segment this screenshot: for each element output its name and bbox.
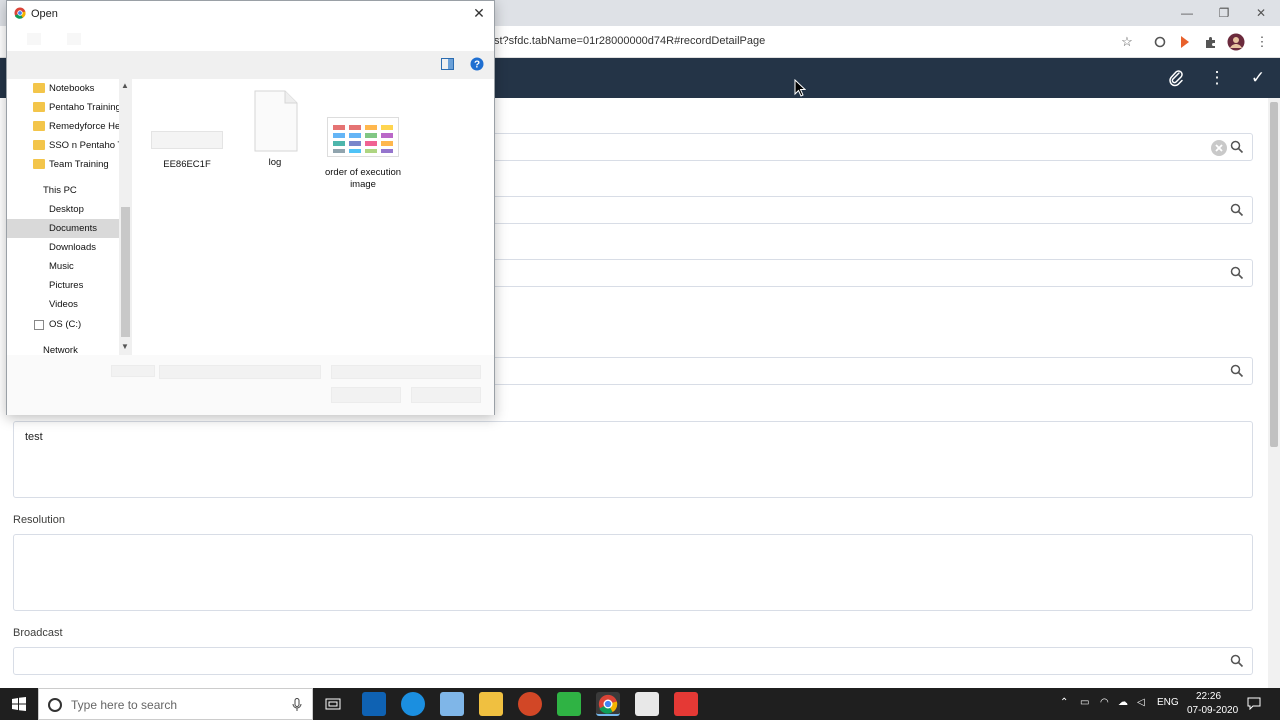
- profile-avatar-icon[interactable]: [1226, 32, 1246, 52]
- nav-item-notebooks[interactable]: Notebooks: [7, 79, 125, 98]
- onedrive-icon[interactable]: ☁: [1118, 697, 1128, 708]
- page-scrollbar-thumb[interactable]: [1270, 102, 1278, 447]
- file-item-ee86ec1f[interactable]: EE86EC1F: [147, 131, 227, 171]
- tray-chevron-icon[interactable]: ⌃: [1060, 697, 1068, 708]
- mouse-cursor-icon: [794, 79, 806, 97]
- powerpoint-icon[interactable]: [518, 692, 542, 716]
- url-text[interactable]: st?sfdc.tabName=01r28000000d74R#recordDe…: [494, 35, 765, 47]
- folder-icon: [33, 121, 45, 131]
- cortana-circle-icon: [48, 698, 62, 712]
- photos-app-icon[interactable]: [635, 692, 659, 716]
- broadcast-label: Broadcast: [13, 627, 63, 639]
- search-icon[interactable]: [1230, 266, 1244, 280]
- file-thumbnail-icon: [151, 131, 223, 149]
- cancel-button[interactable]: [411, 387, 481, 403]
- recorder-app-icon[interactable]: [674, 692, 698, 716]
- chrome-logo-icon: [14, 7, 26, 19]
- image-file-icon: [327, 117, 399, 157]
- broadcast-lookup[interactable]: [13, 647, 1253, 675]
- taskbar-search-placeholder: Type here to search: [71, 698, 178, 712]
- task-view-icon[interactable]: [325, 697, 341, 711]
- nav-item-videos[interactable]: Videos: [7, 295, 125, 314]
- nav-item-documents[interactable]: Documents: [7, 219, 125, 238]
- nav-item-pictures[interactable]: Pictures: [7, 276, 125, 295]
- windows-start-icon[interactable]: [12, 697, 26, 711]
- clock-date[interactable]: 07-09-2020: [1187, 705, 1238, 716]
- volume-icon[interactable]: ◁: [1137, 697, 1145, 708]
- file-explorer-icon[interactable]: [479, 692, 503, 716]
- scroll-up-icon[interactable]: ▲: [121, 81, 129, 90]
- windows-taskbar: Type here to search ⌃ ▭ ◠ ☁ ◁ ENG 22:26 …: [0, 688, 1280, 720]
- nav-item-team-training[interactable]: Team Training: [7, 155, 125, 174]
- browser-app-icon[interactable]: [401, 692, 425, 716]
- filetype-select[interactable]: [331, 365, 481, 379]
- extension-orange-icon[interactable]: [1175, 32, 1195, 52]
- nav-item-pentaho-training[interactable]: Pentaho Training: [7, 98, 125, 117]
- dialog-titlebar: Open ✕: [7, 1, 494, 27]
- folder-icon: [33, 159, 45, 169]
- open-button[interactable]: [331, 387, 401, 403]
- outlook-icon[interactable]: [362, 692, 386, 716]
- file-item-log[interactable]: log: [243, 89, 307, 169]
- wifi-icon[interactable]: ◠: [1100, 697, 1109, 708]
- clear-field-icon[interactable]: [1210, 139, 1228, 157]
- search-icon[interactable]: [1230, 203, 1244, 217]
- dialog-commandbar: ?: [7, 51, 494, 79]
- camtasia-icon[interactable]: [557, 692, 581, 716]
- chrome-taskbar-icon[interactable]: [596, 692, 620, 716]
- notepad-app-icon[interactable]: [440, 692, 464, 716]
- more-actions-icon[interactable]: ⋮: [1205, 66, 1229, 90]
- nav-item-music[interactable]: Music: [7, 257, 125, 276]
- nav-item-desktop[interactable]: Desktop: [7, 200, 125, 219]
- navigation-pane: Notebooks Pentaho Training Remedyforce H…: [7, 79, 132, 355]
- nav-item-remedyforce[interactable]: Remedyforce He: [7, 117, 125, 136]
- resolution-label: Resolution: [13, 514, 65, 526]
- help-icon[interactable]: ?: [470, 57, 484, 71]
- extensions-puzzle-icon[interactable]: [1200, 32, 1220, 52]
- minimize-button[interactable]: —: [1172, 4, 1202, 22]
- taskbar-search[interactable]: Type here to search: [38, 688, 313, 720]
- save-check-icon[interactable]: ✓: [1246, 66, 1270, 90]
- nav-item-sso-pentaho[interactable]: SSO n Pentaho T: [7, 136, 125, 155]
- close-window-button[interactable]: ✕: [1246, 4, 1276, 22]
- filename-input[interactable]: [159, 365, 321, 379]
- open-file-dialog: Open ✕ ? Notebooks Pentaho Training Reme…: [6, 0, 495, 415]
- search-icon[interactable]: [1230, 654, 1244, 668]
- nav-item-os-c[interactable]: OS (C:): [7, 315, 125, 334]
- text-file-icon: [254, 90, 298, 152]
- search-icon[interactable]: [1230, 140, 1244, 154]
- microphone-icon[interactable]: [292, 698, 302, 712]
- folder-icon: [33, 83, 45, 93]
- resolution-textarea[interactable]: [13, 534, 1253, 611]
- nav-item-this-pc[interactable]: This PC: [7, 181, 125, 200]
- folder-icon: [33, 102, 45, 112]
- attachment-paperclip-icon[interactable]: [1164, 66, 1188, 90]
- scroll-down-icon[interactable]: ▼: [121, 342, 129, 351]
- description-textarea[interactable]: test: [13, 421, 1253, 498]
- nav-scrollbar-thumb[interactable]: [121, 207, 130, 337]
- svg-text:?: ?: [474, 60, 480, 71]
- clock-time[interactable]: 22:26: [1196, 691, 1221, 702]
- extension-circle-icon[interactable]: [1150, 32, 1170, 52]
- dialog-footer: [7, 355, 494, 415]
- battery-icon[interactable]: ▭: [1080, 697, 1089, 708]
- action-center-icon[interactable]: [1247, 697, 1261, 710]
- search-icon[interactable]: [1230, 364, 1244, 378]
- preview-pane-icon[interactable]: [441, 58, 454, 70]
- dialog-toolbar: [7, 27, 494, 51]
- folder-icon: [33, 140, 45, 150]
- browser-menu-icon[interactable]: ⋮: [1252, 32, 1272, 52]
- dialog-title: Open: [31, 8, 58, 20]
- filename-label-placeholder: [111, 365, 155, 377]
- language-indicator[interactable]: ENG: [1157, 697, 1179, 708]
- drive-icon: [34, 320, 44, 330]
- dialog-close-button[interactable]: ✕: [470, 4, 488, 22]
- restore-button[interactable]: ❐: [1209, 4, 1239, 22]
- nav-item-network[interactable]: Network: [7, 341, 125, 355]
- bookmark-star-icon[interactable]: ☆: [1117, 32, 1137, 52]
- nav-item-downloads[interactable]: Downloads: [7, 238, 125, 257]
- file-item-order-of-execution[interactable]: order of execution image: [323, 117, 403, 191]
